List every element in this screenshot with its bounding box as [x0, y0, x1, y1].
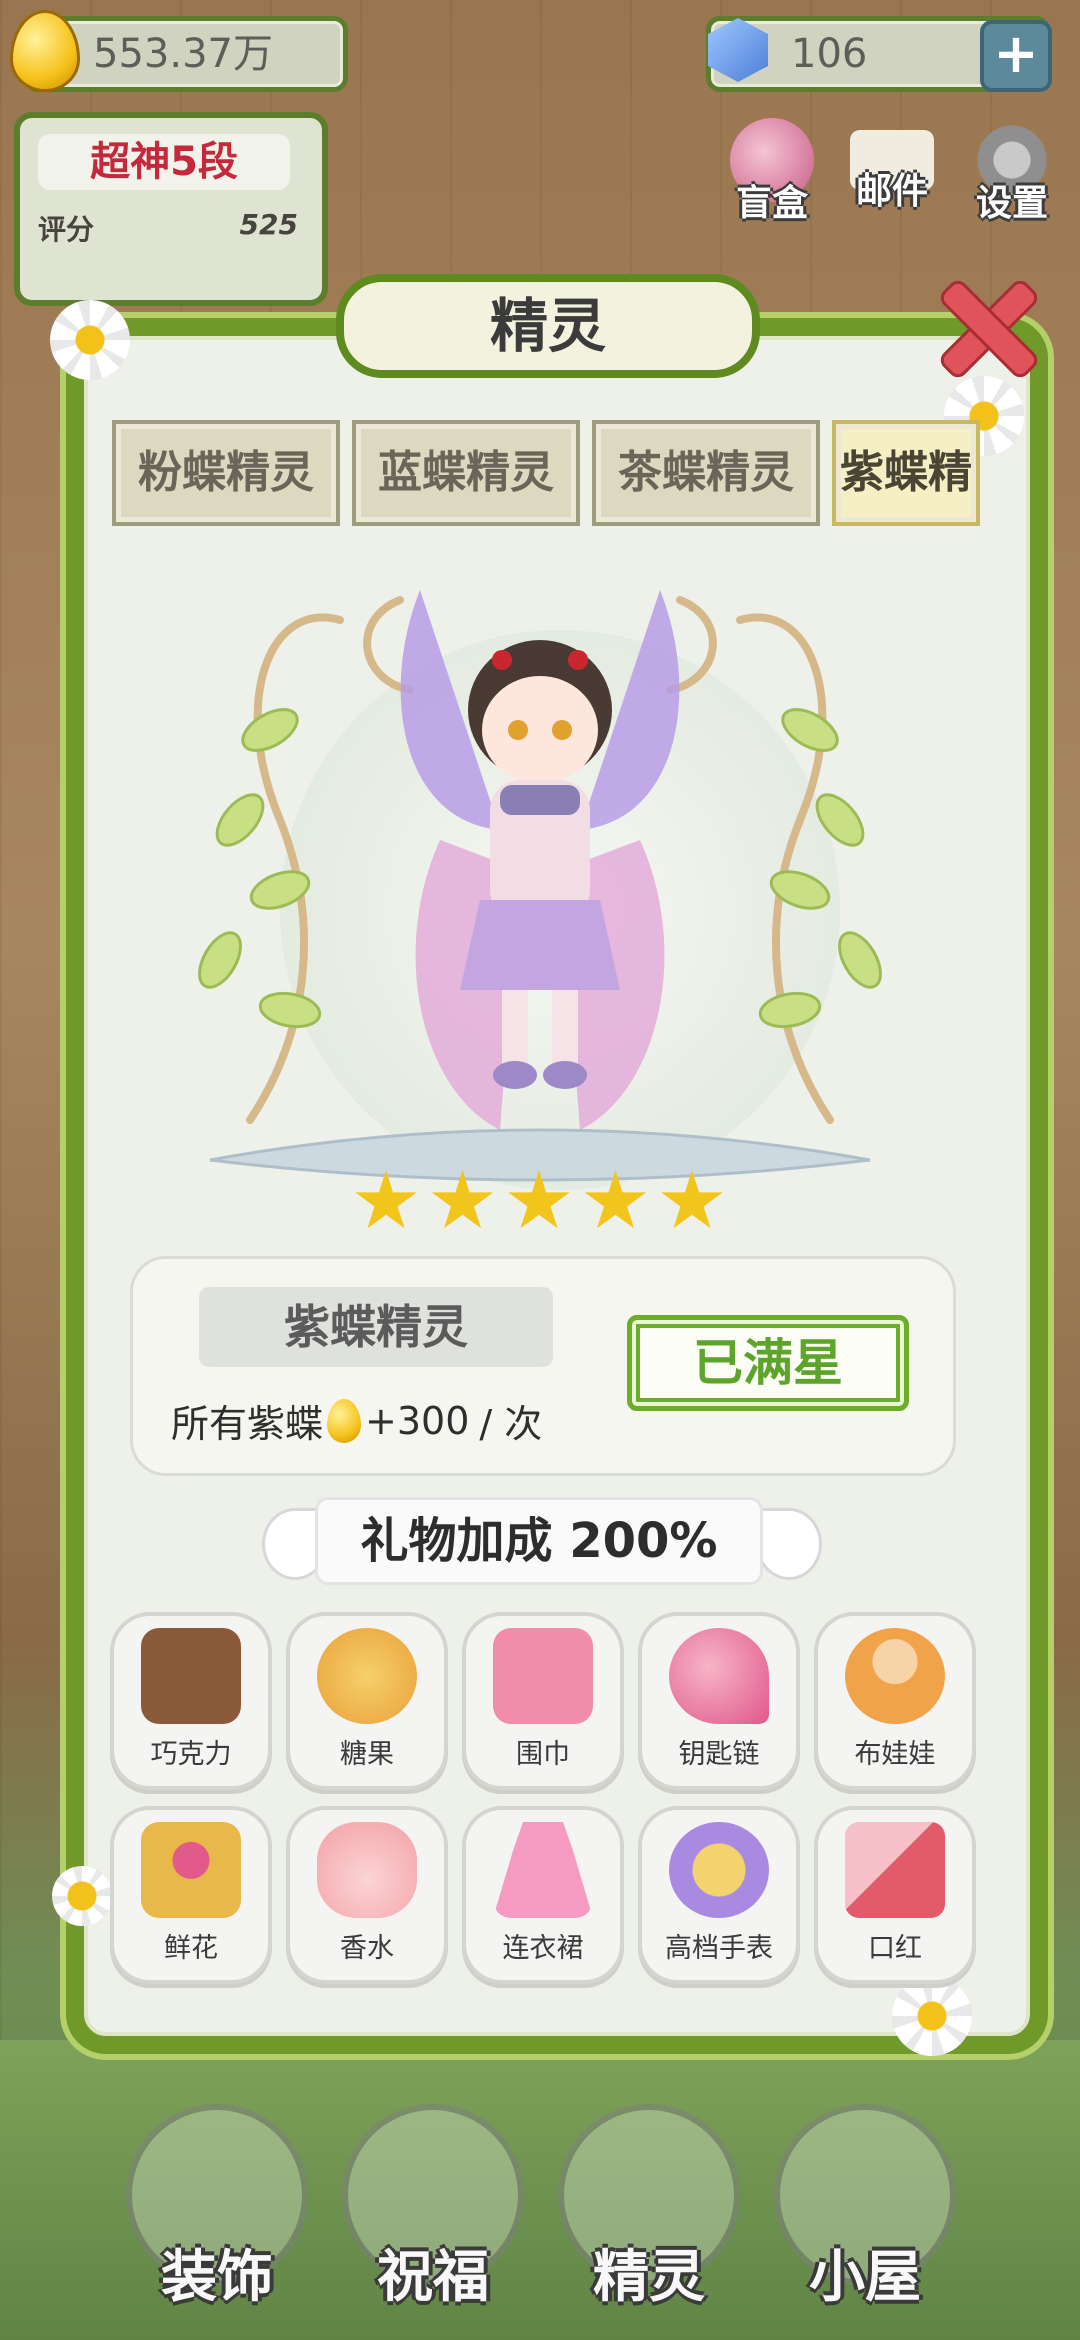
gift-bonus-title: 礼物加成 200%	[318, 1500, 760, 1582]
blind-box-button[interactable]: 盲盒	[720, 118, 824, 226]
star-icon	[584, 1170, 647, 1229]
nav-label: 精灵	[593, 2245, 705, 2310]
gift-label: 高档手表	[665, 1933, 773, 1964]
bouquet-icon	[141, 1822, 241, 1918]
sprite-bonus: 所有紫蝶 +300 / 次	[171, 1393, 542, 1448]
mail-label: 邮件	[855, 171, 928, 212]
star-rating	[354, 1170, 724, 1240]
gift-label: 糖果	[340, 1739, 394, 1770]
rank-card[interactable]: 超神5段 评分 525	[14, 112, 328, 306]
settings-label: 设置	[975, 183, 1048, 224]
gift-label: 钥匙链	[678, 1739, 760, 1770]
rank-score: 评分 525	[38, 208, 304, 246]
gift-label: 连衣裙	[502, 1933, 584, 1964]
nav-sprite[interactable]: 精灵	[554, 2104, 744, 2334]
bonus-suffix: / 次	[479, 1402, 543, 1446]
nav-cottage[interactable]: 小屋	[770, 2104, 960, 2334]
rank-title: 超神5段	[38, 134, 290, 190]
panel-title: 精灵	[336, 274, 760, 378]
star-icon	[508, 1170, 570, 1229]
sprite-info-box: 紫蝶精灵 所有紫蝶 +300 / 次 已满星	[130, 1256, 956, 1476]
nav-label: 装饰	[161, 2245, 273, 2310]
gift-label: 巧克力	[150, 1739, 232, 1770]
doll-icon	[845, 1628, 945, 1724]
tab-pink-butterfly[interactable]: 粉蝶精灵	[112, 420, 340, 526]
blind-box-label: 盲盒	[735, 183, 808, 224]
gift-keychain[interactable]: 钥匙链	[638, 1612, 800, 1790]
keychain-icon	[669, 1628, 769, 1724]
settings-button[interactable]: 设置	[960, 118, 1064, 226]
add-gems-button[interactable]: +	[980, 20, 1052, 92]
score-value: 525	[239, 208, 298, 241]
gift-doll[interactable]: 布娃娃	[814, 1612, 976, 1790]
star-icon	[431, 1170, 494, 1229]
nav-decoration[interactable]: 装饰	[122, 2104, 312, 2334]
candy-jar-icon	[317, 1628, 417, 1724]
daisy-decoration-icon	[50, 300, 130, 380]
nav-label: 祝福	[377, 2245, 489, 2310]
nav-blessing[interactable]: 祝福	[338, 2104, 528, 2334]
scarf-icon	[493, 1628, 593, 1724]
lipstick-icon	[845, 1822, 945, 1918]
daisy-decoration-icon	[52, 1866, 112, 1926]
gift-candy[interactable]: 糖果	[286, 1612, 448, 1790]
dress-icon	[493, 1822, 593, 1918]
perfume-icon	[317, 1822, 417, 1918]
tab-purple-butterfly[interactable]: 紫蝶精	[832, 420, 980, 526]
chocolate-icon	[141, 1628, 241, 1724]
tab-blue-butterfly[interactable]: 蓝蝶精灵	[352, 420, 580, 526]
gift-lipstick[interactable]: 口红	[814, 1806, 976, 1984]
gift-luxury-watch[interactable]: 高档手表	[638, 1806, 800, 1984]
coin-amount: 553.37万	[93, 31, 273, 77]
gift-dress[interactable]: 连衣裙	[462, 1806, 624, 1984]
gift-chocolate[interactable]: 巧克力	[110, 1612, 272, 1790]
gift-label: 围巾	[516, 1739, 570, 1770]
close-button[interactable]	[936, 276, 1036, 376]
gem-amount: 106	[791, 31, 868, 77]
gift-flowers[interactable]: 鲜花	[110, 1806, 272, 1984]
coin-drop-icon	[327, 1398, 362, 1443]
watch-icon	[669, 1822, 769, 1918]
bonus-value: +300	[365, 1398, 470, 1443]
gift-perfume[interactable]: 香水	[286, 1806, 448, 1984]
star-icon	[355, 1170, 417, 1229]
daisy-decoration-icon	[892, 1976, 972, 2056]
gift-label: 香水	[340, 1933, 394, 1964]
sprite-name: 紫蝶精灵	[199, 1287, 553, 1367]
tab-tea-butterfly[interactable]: 茶蝶精灵	[592, 420, 820, 526]
purple-butterfly-fairy	[400, 590, 680, 1130]
gift-scarf[interactable]: 围巾	[462, 1612, 624, 1790]
star-icon	[661, 1170, 723, 1229]
bonus-prefix: 所有紫蝶	[171, 1402, 324, 1446]
wing-decoration-icon	[756, 1508, 822, 1580]
nav-label: 小屋	[809, 2245, 921, 2310]
gift-label: 布娃娃	[854, 1739, 936, 1770]
mail-button[interactable]: 邮件	[840, 118, 944, 214]
gift-label: 口红	[868, 1933, 922, 1964]
gift-label: 鲜花	[164, 1933, 218, 1964]
score-label: 评分	[38, 213, 95, 246]
max-star-button[interactable]: 已满星	[627, 1315, 909, 1411]
